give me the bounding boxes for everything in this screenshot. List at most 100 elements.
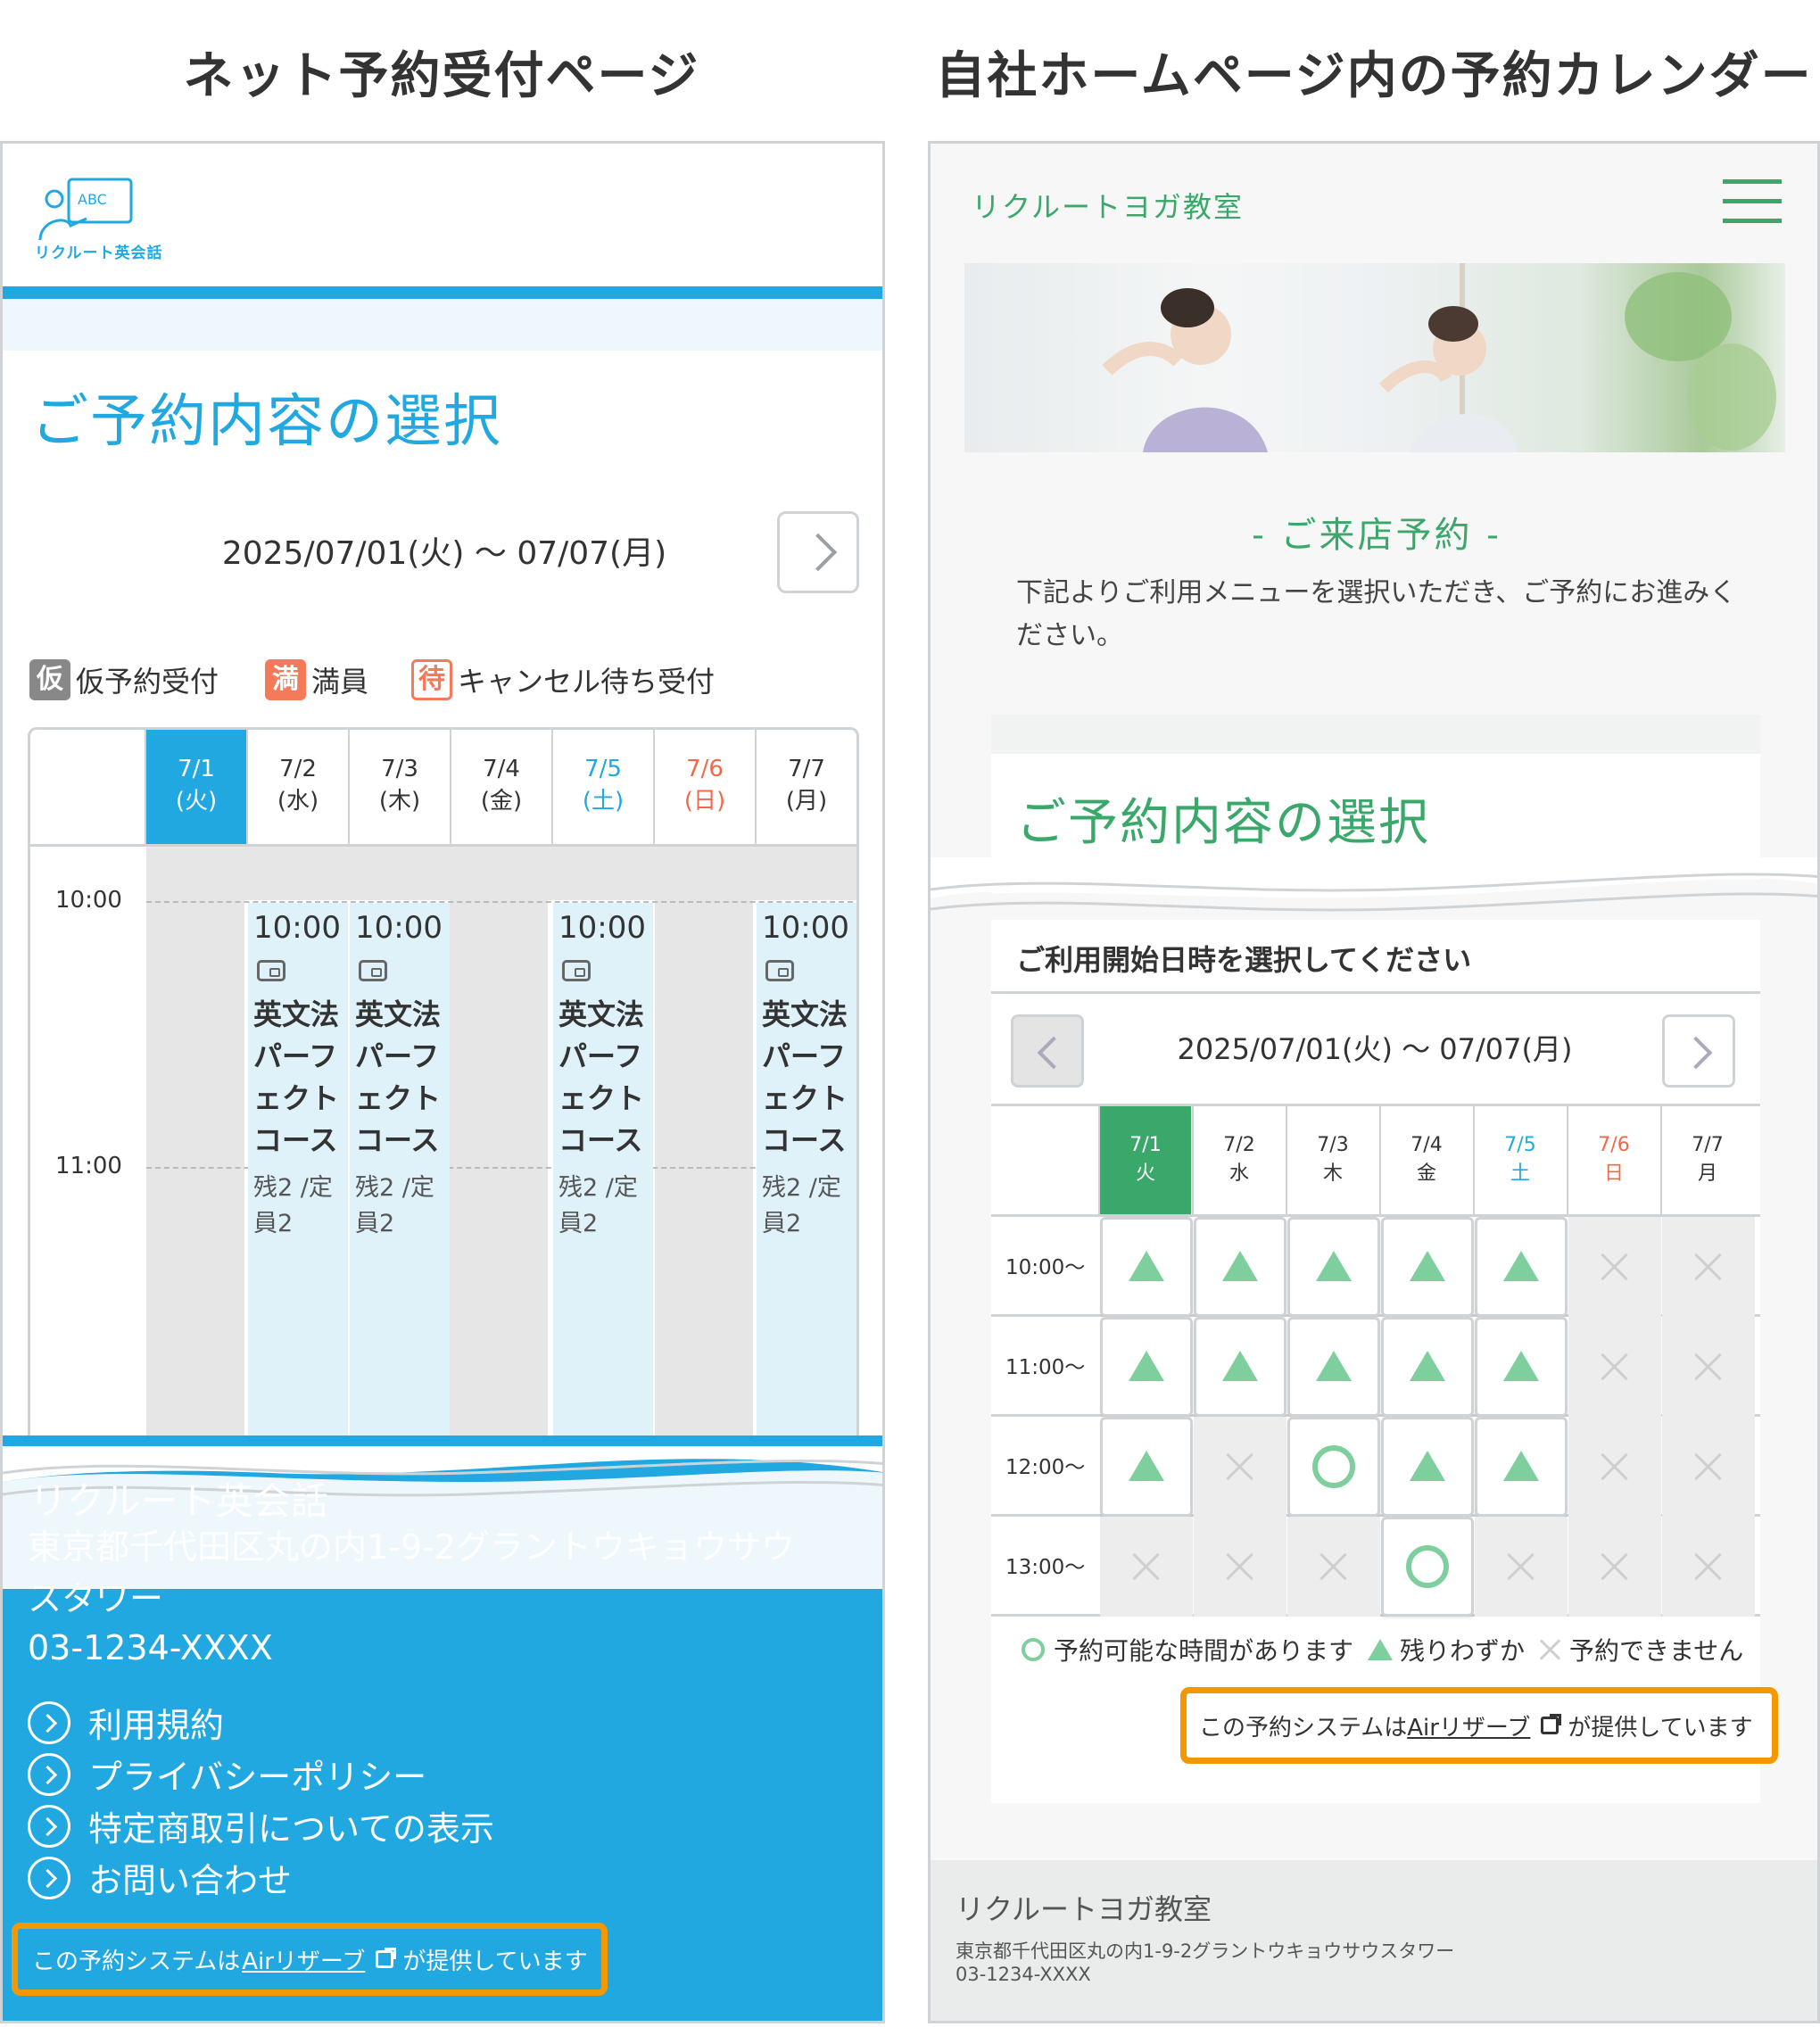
section-subtitle: - ご来店予約 - (1252, 515, 1502, 556)
lesson-slot[interactable]: 10:00 英文法パーフェクトコース 残2 /定員2 (350, 903, 450, 1494)
day-header-0702[interactable]: 7/2 水 (1192, 1106, 1285, 1215)
circle-mark-icon (1022, 1638, 1045, 1661)
slot-cell-71-13 (1100, 1517, 1193, 1617)
cross-mark-icon (1601, 1253, 1629, 1281)
slot-cell-71-11[interactable] (1100, 1317, 1193, 1417)
slot-cell-75-10[interactable] (1475, 1217, 1568, 1317)
slot-cell-74-12[interactable] (1381, 1417, 1474, 1517)
chevron-circle-icon (28, 1856, 70, 1899)
slot-cell-71-10[interactable] (1100, 1217, 1193, 1317)
slot-cell-75-11[interactable] (1475, 1317, 1568, 1417)
day-header-0703[interactable]: 7/3 木 (1286, 1106, 1378, 1215)
triangle-mark-icon (1129, 1451, 1164, 1481)
slot-cell-73-12[interactable] (1287, 1417, 1380, 1517)
hamburger-menu-icon[interactable] (1723, 179, 1782, 224)
day-header-0707[interactable]: 7/7 月 (1660, 1106, 1753, 1215)
cross-mark-icon (1694, 1253, 1723, 1281)
legend-label: 満員 (311, 665, 369, 699)
day-date: 7/2 (1223, 1134, 1255, 1156)
wallet-icon (257, 960, 285, 981)
link-label: プライバシーポリシー (88, 1758, 427, 1797)
slot-cell-74-13[interactable] (1381, 1517, 1474, 1617)
day-weekday: (月) (785, 788, 828, 815)
time-label: 10:00〜 (1005, 1256, 1086, 1279)
prev-week-button[interactable] (1011, 1014, 1084, 1088)
lesson-slot[interactable]: 10:00 英文法パーフェクトコース 残2 /定員2 (757, 903, 856, 1494)
link-label: 特定商取引についての表示 (88, 1809, 494, 1849)
net-booking-page: ABC リクルート英会話 ご予約内容の選択 2025/07/01(火) 〜 07… (0, 141, 885, 2023)
slot-cell-71-12[interactable] (1100, 1417, 1193, 1517)
own-site-booking-calendar: リクルートヨガ教室 - ご来店予約 - 下記よりご利用メニューを選択いただき、ご… (928, 141, 1820, 2023)
triangle-mark-icon (1410, 1351, 1445, 1381)
footer-company-name: リクルートヨガ教室 (956, 1892, 1212, 1926)
page-title: ご予約内容の選択 (1016, 794, 1430, 852)
day-date: 7/7 (1692, 1134, 1724, 1156)
day-header-0706[interactable]: 7/6 日 (1567, 1106, 1659, 1215)
link-contact[interactable]: お問い合わせ (28, 1853, 292, 1902)
cross-mark-icon (1320, 1552, 1348, 1581)
cross-mark-icon (1601, 1353, 1629, 1381)
day-weekday: (水) (277, 788, 319, 815)
legend-label: キャンセル待ち受付 (458, 665, 716, 699)
day-weekday: (金) (480, 788, 523, 815)
date-range-label: 2025/07/01(火) 〜 07/07(月) (221, 535, 667, 572)
day-header-0703[interactable]: 7/3 (木) (348, 730, 450, 844)
day-header-0707[interactable]: 7/7 (月) (755, 730, 856, 844)
link-privacy[interactable]: プライバシーポリシー (28, 1750, 426, 1799)
airreserve-link[interactable]: Airリザーブ (242, 1943, 365, 1976)
next-week-button[interactable] (1662, 1014, 1735, 1088)
full-badge: 満 (265, 659, 306, 700)
day-date: 7/1 (1129, 1134, 1162, 1156)
airreserve-link[interactable]: Airリザーブ (1407, 1709, 1530, 1742)
link-terms[interactable]: 利用規約 (28, 1698, 224, 1747)
prompt-divider (991, 991, 1760, 994)
slot-cell-72-10[interactable] (1194, 1217, 1286, 1317)
day-header-0704[interactable]: 7/4 (金) (450, 730, 551, 844)
slot-time: 10:00 (762, 910, 849, 946)
wallet-icon (765, 960, 794, 981)
slot-cell-73-10[interactable] (1287, 1217, 1380, 1317)
time-label: 11:00〜 (1005, 1356, 1086, 1379)
site-brand[interactable]: リクルートヨガ教室 (972, 185, 1244, 226)
wallet-icon (562, 960, 591, 981)
logo-text: リクルート英会話 (35, 244, 163, 262)
day-weekday: (木) (378, 788, 421, 815)
next-week-button[interactable] (777, 511, 859, 593)
slot-cell-75-12[interactable] (1475, 1417, 1568, 1517)
cross-mark-icon (1226, 1452, 1254, 1481)
cross-mark-icon (1694, 1452, 1723, 1481)
powered-post: が提供しています (402, 1948, 588, 1975)
link-commerce-act[interactable]: 特定商取引についての表示 (28, 1801, 494, 1850)
day-date: 7/3 (381, 756, 418, 782)
slot-cell-76-11 (1568, 1317, 1661, 1417)
hero-photo (964, 263, 1785, 452)
day-header-0702[interactable]: 7/2 (水) (246, 730, 348, 844)
slot-time: 10:00 (558, 910, 646, 946)
triangle-mark-icon (1316, 1251, 1352, 1281)
day-date: 7/6 (1598, 1134, 1630, 1156)
day-header-0705[interactable]: 7/5 (土) (551, 730, 653, 844)
slot-cell-73-11[interactable] (1287, 1317, 1380, 1417)
powered-by-notice: この予約システムは Airリザーブ が提供しています (1180, 1687, 1778, 1764)
slot-cell-74-10[interactable] (1381, 1217, 1474, 1317)
day-header-0701[interactable]: 7/1 火 (1098, 1106, 1191, 1215)
day-date: 7/4 (483, 756, 520, 782)
time-label-11: 11:00 (55, 1153, 122, 1179)
site-header: ABC リクルート英会話 (3, 144, 882, 286)
day-date: 7/7 (788, 756, 825, 782)
day-header-0701[interactable]: 7/1 (火) (145, 730, 246, 844)
slot-cell-74-11[interactable] (1381, 1317, 1474, 1417)
link-label: お問い合わせ (88, 1861, 293, 1900)
day-header-0705[interactable]: 7/5 土 (1473, 1106, 1566, 1215)
slot-cell-77-11 (1662, 1317, 1755, 1417)
day-header-0706[interactable]: 7/6 (日) (653, 730, 755, 844)
time-label: 13:00〜 (1005, 1556, 1086, 1579)
footer-address: 東京都千代田区丸の内1-9-2グラントウキョウサウスタワー (956, 1940, 1455, 1962)
legend-label: 仮予約受付 (76, 665, 219, 699)
header-sub-band (3, 299, 882, 351)
lesson-slot[interactable]: 10:00 英文法パーフェクトコース 残2 /定員2 (553, 903, 653, 1494)
day-header-0704[interactable]: 7/4 金 (1379, 1106, 1472, 1215)
lesson-slot[interactable]: 10:00 英文法パーフェクトコース 残2 /定員2 (248, 903, 348, 1494)
slot-cell-72-11[interactable] (1194, 1317, 1286, 1417)
unavailable-column (655, 847, 753, 1494)
